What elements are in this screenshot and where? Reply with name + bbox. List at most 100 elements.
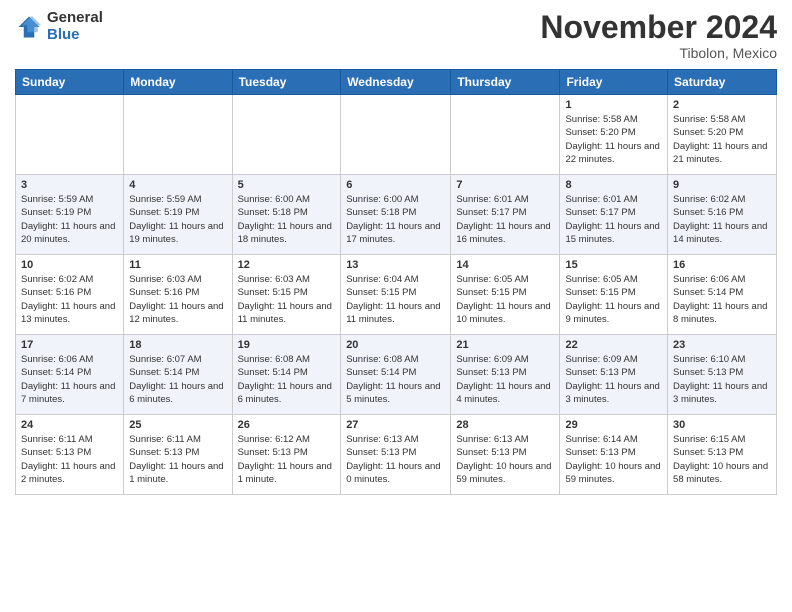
logo-text: General Blue <box>47 10 103 43</box>
day-info: Sunrise: 6:01 AM Sunset: 5:17 PM Dayligh… <box>565 193 662 246</box>
day-info: Sunrise: 6:12 AM Sunset: 5:13 PM Dayligh… <box>238 433 336 486</box>
day-number: 4 <box>129 179 226 191</box>
day-cell: 25Sunrise: 6:11 AM Sunset: 5:13 PM Dayli… <box>124 415 232 495</box>
day-info: Sunrise: 5:59 AM Sunset: 5:19 PM Dayligh… <box>21 193 118 246</box>
day-info: Sunrise: 6:03 AM Sunset: 5:15 PM Dayligh… <box>238 273 336 326</box>
calendar: Sunday Monday Tuesday Wednesday Thursday… <box>15 69 777 495</box>
day-cell: 22Sunrise: 6:09 AM Sunset: 5:13 PM Dayli… <box>560 335 668 415</box>
weekday-friday: Friday <box>560 70 668 95</box>
title-block: November 2024 Tibolon, Mexico <box>540 10 777 61</box>
day-cell: 5 Sunrise: 6:00 AM Sunset: 5:18 PM Daylig… <box>232 175 341 255</box>
day-number: 18 <box>129 339 226 351</box>
day-info: Sunrise: 6:10 AM Sunset: 5:13 PM Dayligh… <box>673 353 771 406</box>
day-number: 27 <box>346 419 445 431</box>
weekday-monday: Monday <box>124 70 232 95</box>
day-info: Sunrise: 6:02 AM Sunset: 5:16 PM Dayligh… <box>21 273 118 326</box>
weekday-tuesday: Tuesday <box>232 70 341 95</box>
day-info: Sunrise: 6:13 AM Sunset: 5:13 PM Dayligh… <box>456 433 554 486</box>
day-cell <box>16 95 124 175</box>
day-number: 10 <box>21 259 118 271</box>
week-row-4: 24 Sunrise: 6:11 AM Sunset: 5:13 PM Dayli… <box>16 415 777 495</box>
day-cell: 8 Sunrise: 6:01 AM Sunset: 5:17 PM Daylig… <box>560 175 668 255</box>
logo-icon <box>15 13 43 41</box>
day-cell <box>232 95 341 175</box>
day-info: Sunrise: 5:59 AM Sunset: 5:19 PM Dayligh… <box>129 193 226 246</box>
day-cell: 4 Sunrise: 5:59 AM Sunset: 5:19 PM Daylig… <box>124 175 232 255</box>
day-info: Sunrise: 6:08 AM Sunset: 5:14 PM Dayligh… <box>238 353 336 406</box>
day-number: 16 <box>673 259 771 271</box>
day-cell: 6Sunrise: 6:00 AM Sunset: 5:18 PM Daylig… <box>341 175 451 255</box>
weekday-wednesday: Wednesday <box>341 70 451 95</box>
day-info: Sunrise: 6:07 AM Sunset: 5:14 PM Dayligh… <box>129 353 226 406</box>
logo-general: General <box>47 10 103 27</box>
day-cell <box>451 95 560 175</box>
week-row-1: 3 Sunrise: 5:59 AM Sunset: 5:19 PM Daylig… <box>16 175 777 255</box>
day-number: 3 <box>21 179 118 191</box>
day-cell: 17Sunrise: 6:06 AM Sunset: 5:14 PM Dayli… <box>16 335 124 415</box>
day-number: 20 <box>346 339 445 351</box>
month-title: November 2024 <box>540 10 777 45</box>
day-cell: 15 Sunrise: 6:05 AM Sunset: 5:15 PM Dayli… <box>560 255 668 335</box>
day-number: 19 <box>238 339 336 351</box>
weekday-row: Sunday Monday Tuesday Wednesday Thursday… <box>16 70 777 95</box>
day-info: Sunrise: 6:14 AM Sunset: 5:13 PM Dayligh… <box>565 433 662 486</box>
day-info: Sunrise: 6:05 AM Sunset: 5:15 PM Dayligh… <box>565 273 662 326</box>
day-info: Sunrise: 6:01 AM Sunset: 5:17 PM Dayligh… <box>456 193 554 246</box>
day-info: Sunrise: 6:06 AM Sunset: 5:14 PM Dayligh… <box>673 273 771 326</box>
day-number: 11 <box>129 259 226 271</box>
logo: General Blue <box>15 10 103 43</box>
day-info: Sunrise: 6:08 AM Sunset: 5:14 PM Dayligh… <box>346 353 445 406</box>
day-cell <box>341 95 451 175</box>
day-info: Sunrise: 5:58 AM Sunset: 5:20 PM Dayligh… <box>565 113 662 166</box>
day-number: 2 <box>673 99 771 111</box>
day-info: Sunrise: 6:13 AM Sunset: 5:13 PM Dayligh… <box>346 433 445 486</box>
logo-blue: Blue <box>47 27 103 44</box>
day-cell: 20 Sunrise: 6:08 AM Sunset: 5:14 PM Dayli… <box>341 335 451 415</box>
day-cell: 24Sunrise: 6:11 AM Sunset: 5:13 PM Dayli… <box>16 415 124 495</box>
header: General Blue November 2024 Tibolon, Mexi… <box>15 10 777 61</box>
day-cell: 2 Sunrise: 5:58 AM Sunset: 5:20 PM Daylig… <box>668 95 777 175</box>
calendar-body: 1 Sunrise: 5:58 AM Sunset: 5:20 PM Daylig… <box>16 95 777 495</box>
day-number: 5 <box>238 179 336 191</box>
weekday-saturday: Saturday <box>668 70 777 95</box>
day-info: Sunrise: 6:02 AM Sunset: 5:16 PM Dayligh… <box>673 193 771 246</box>
day-cell: 12 Sunrise: 6:03 AM Sunset: 5:15 PM Dayli… <box>232 255 341 335</box>
day-info: Sunrise: 6:00 AM Sunset: 5:18 PM Dayligh… <box>238 193 336 246</box>
day-cell: 11 Sunrise: 6:03 AM Sunset: 5:16 PM Dayli… <box>124 255 232 335</box>
week-row-2: 10 Sunrise: 6:02 AM Sunset: 5:16 PM Dayli… <box>16 255 777 335</box>
day-cell: 7 Sunrise: 6:01 AM Sunset: 5:17 PM Daylig… <box>451 175 560 255</box>
day-cell: 29Sunrise: 6:14 AM Sunset: 5:13 PM Dayli… <box>560 415 668 495</box>
day-info: Sunrise: 6:09 AM Sunset: 5:13 PM Dayligh… <box>456 353 554 406</box>
week-row-3: 17Sunrise: 6:06 AM Sunset: 5:14 PM Dayli… <box>16 335 777 415</box>
day-number: 12 <box>238 259 336 271</box>
day-info: Sunrise: 6:05 AM Sunset: 5:15 PM Dayligh… <box>456 273 554 326</box>
day-cell: 16 Sunrise: 6:06 AM Sunset: 5:14 PM Dayli… <box>668 255 777 335</box>
day-number: 13 <box>346 259 445 271</box>
calendar-header: Sunday Monday Tuesday Wednesday Thursday… <box>16 70 777 95</box>
day-cell: 9Sunrise: 6:02 AM Sunset: 5:16 PM Daylig… <box>668 175 777 255</box>
day-cell <box>124 95 232 175</box>
day-info: Sunrise: 5:58 AM Sunset: 5:20 PM Dayligh… <box>673 113 771 166</box>
day-cell: 10 Sunrise: 6:02 AM Sunset: 5:16 PM Dayli… <box>16 255 124 335</box>
day-number: 6 <box>346 179 445 191</box>
day-cell: 27 Sunrise: 6:13 AM Sunset: 5:13 PM Dayli… <box>341 415 451 495</box>
page: General Blue November 2024 Tibolon, Mexi… <box>0 0 792 505</box>
location: Tibolon, Mexico <box>540 45 777 61</box>
day-cell: 26Sunrise: 6:12 AM Sunset: 5:13 PM Dayli… <box>232 415 341 495</box>
day-cell: 23 Sunrise: 6:10 AM Sunset: 5:13 PM Dayli… <box>668 335 777 415</box>
day-info: Sunrise: 6:11 AM Sunset: 5:13 PM Dayligh… <box>129 433 226 486</box>
day-number: 8 <box>565 179 662 191</box>
day-number: 17 <box>21 339 118 351</box>
day-number: 24 <box>21 419 118 431</box>
day-info: Sunrise: 6:03 AM Sunset: 5:16 PM Dayligh… <box>129 273 226 326</box>
day-number: 7 <box>456 179 554 191</box>
day-cell: 3 Sunrise: 5:59 AM Sunset: 5:19 PM Daylig… <box>16 175 124 255</box>
day-number: 22 <box>565 339 662 351</box>
day-number: 15 <box>565 259 662 271</box>
day-number: 21 <box>456 339 554 351</box>
day-number: 30 <box>673 419 771 431</box>
day-cell: 13Sunrise: 6:04 AM Sunset: 5:15 PM Dayli… <box>341 255 451 335</box>
day-number: 23 <box>673 339 771 351</box>
day-number: 1 <box>565 99 662 111</box>
day-cell: 28Sunrise: 6:13 AM Sunset: 5:13 PM Dayli… <box>451 415 560 495</box>
